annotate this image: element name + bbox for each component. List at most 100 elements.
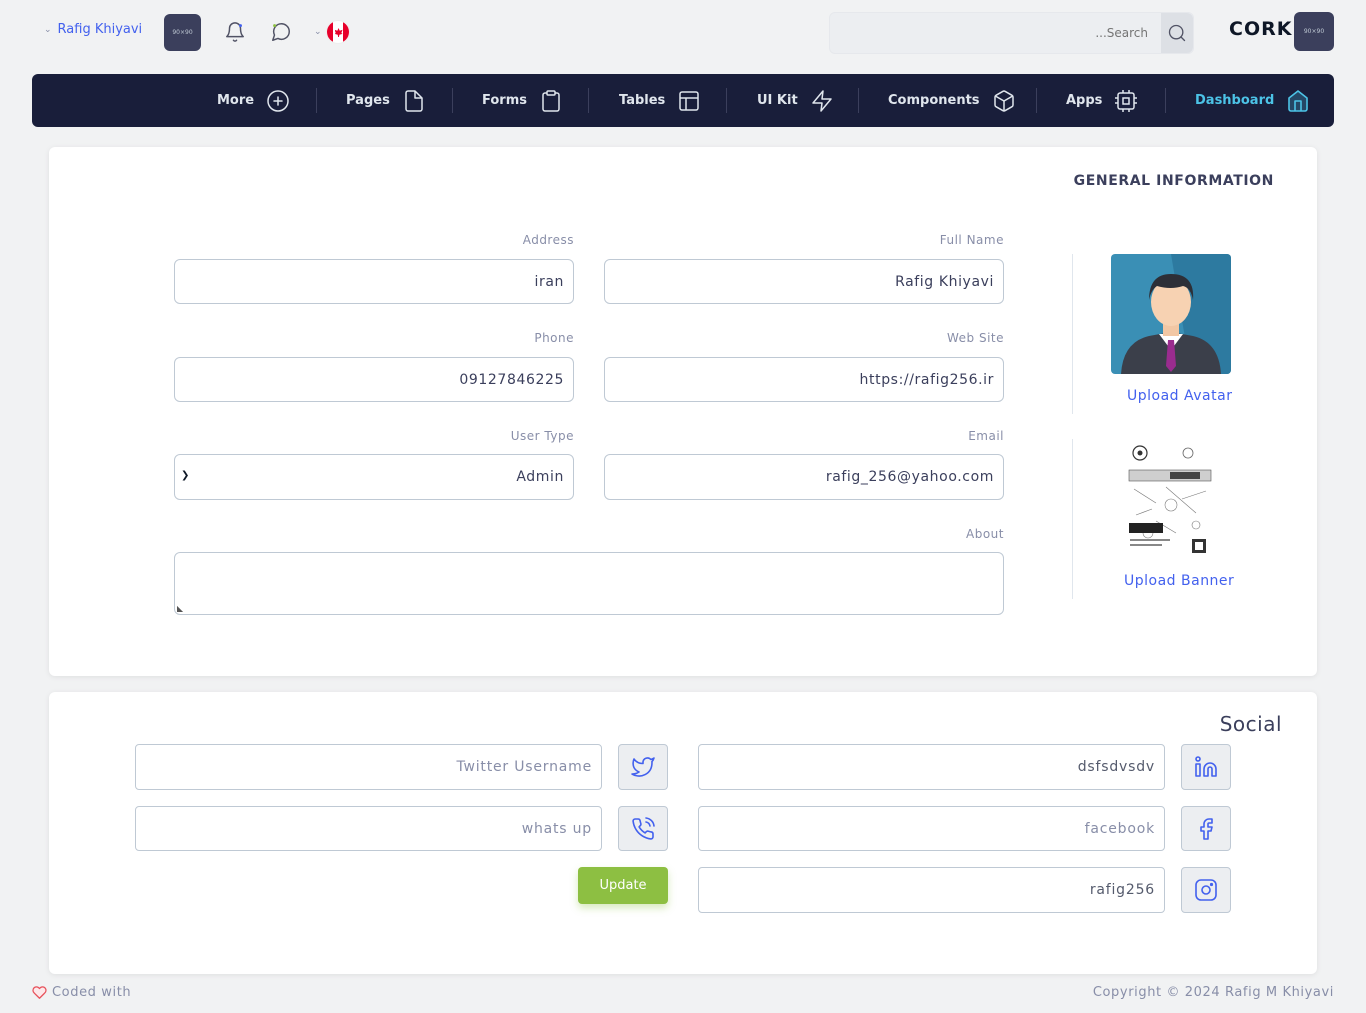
avatar[interactable]: 90×90 [164,14,201,51]
usertype-select[interactable]: ❯ Admin [174,454,574,500]
plus-circle-icon [267,89,289,112]
nav-item-label: Pages [346,93,390,108]
nav-item-components[interactable]: Components [888,74,1016,127]
email-input[interactable] [605,455,1003,499]
home-icon [1288,89,1309,112]
address-label: Address [522,233,574,247]
nav-divider [726,88,727,113]
facebook-button[interactable] [1181,806,1231,851]
nav-item-ui-kit[interactable]: UI Kit [757,74,834,127]
main-nav: More Pages Forms Tables UI Kit Component… [32,74,1334,127]
nav-item-label: Components [888,93,980,108]
search-bar [829,12,1194,54]
zap-icon [811,89,832,112]
email-label: Email [968,429,1004,443]
search-icon [1168,24,1186,42]
linkedin-field[interactable] [698,744,1165,790]
footer-coded-text: Coded with [52,985,132,1000]
chevron-down-icon: ❯ [181,470,190,481]
address-input[interactable] [175,260,573,303]
update-button[interactable]: Update [578,867,668,904]
instagram-input[interactable] [699,868,1164,912]
nav-divider [588,88,589,113]
upload-banner-link[interactable]: Upload Banner [1124,573,1234,589]
logo[interactable]: 90×90 [1294,12,1334,51]
nav-divider [452,88,453,113]
layout-icon [679,90,700,111]
nav-item-label: Apps [1066,93,1103,108]
nav-item-tables[interactable]: Tables [619,74,701,127]
address-field[interactable] [174,259,574,304]
upload-avatar-link[interactable]: Upload Avatar [1127,388,1232,404]
bell-icon[interactable] [223,20,247,44]
nav-item-label: Dashboard [1195,93,1275,108]
website-label: Web Site [946,331,1004,345]
facebook-field[interactable] [698,806,1165,851]
instagram-button[interactable] [1181,867,1231,913]
top-bar: ⌄ Rafig Khiyavi 90×90 ⌄ CORK 90×90 [0,0,1366,66]
about-label: About [966,527,1004,541]
user-dropdown[interactable]: ⌄ Rafig Khiyavi [44,22,142,37]
nav-item-apps[interactable]: Apps [1066,74,1138,127]
linkedin-input[interactable] [699,745,1164,789]
resize-handle-icon[interactable]: ◢ [177,604,183,613]
user-name: Rafig Khiyavi [57,22,143,37]
language-dropdown[interactable]: ⌄ [314,20,350,44]
fullname-label: Full Name [939,233,1004,247]
box-icon [993,89,1014,112]
nav-divider [316,88,317,113]
search-input[interactable] [830,13,1162,53]
nav-item-label: Tables [619,93,666,108]
whatsapp-button[interactable] [618,806,668,851]
instagram-field[interactable] [698,867,1165,913]
avatar-image [1111,254,1231,374]
nav-item-pages[interactable]: Pages [346,74,426,127]
brand-name[interactable]: CORK [1229,18,1292,40]
footer-left: Coded with [32,985,131,1000]
facebook-icon [1200,817,1213,840]
fullname-field[interactable] [604,259,1004,304]
about-textarea[interactable]: ◢ [174,552,1004,615]
instagram-icon [1195,879,1217,901]
message-circle-icon[interactable] [269,20,293,44]
clipboard-icon [542,89,560,112]
nav-item-label: Forms [482,93,527,108]
fullname-input[interactable] [605,260,1003,303]
facebook-input[interactable] [699,807,1164,850]
linkedin-icon [1195,756,1217,777]
twitter-field[interactable] [135,744,602,790]
chevron-down-icon: ⌄ [314,27,322,37]
phone-field[interactable] [174,357,574,402]
banner-image [1126,443,1214,557]
nav-item-more[interactable]: More [217,74,290,127]
file-icon [405,89,423,112]
canada-flag-icon [325,20,350,44]
nav-item-forms[interactable]: Forms [482,74,563,127]
email-field[interactable] [604,454,1004,500]
card-title: GENERAL INFORMATION [1073,173,1274,189]
nav-item-label: UI Kit [757,93,798,108]
whatsapp-input[interactable] [136,807,601,850]
heart-icon [32,986,47,999]
twitter-button[interactable] [618,744,668,790]
phone-call-icon [632,816,655,840]
whatsapp-field[interactable] [135,806,602,851]
footer-copyright: Copyright © 2024 Rafig M Khiyavi [1092,985,1334,1000]
nav-divider [1165,88,1166,113]
divider [1072,439,1073,599]
general-information-card: GENERAL INFORMATION Address Full Name Ph… [49,147,1317,676]
website-input[interactable] [605,358,1003,401]
twitter-input[interactable] [136,745,601,789]
chevron-down-icon: ⌄ [44,24,52,35]
usertype-value: Admin [516,469,564,485]
linkedin-button[interactable] [1181,744,1231,790]
usertype-label: User Type [510,429,574,443]
phone-input[interactable] [175,358,573,401]
phone-label: Phone [534,331,574,345]
nav-item-label: More [217,93,255,108]
search-button[interactable] [1161,13,1193,53]
nav-item-dashboard[interactable]: Dashboard [1195,74,1310,127]
divider [1072,254,1073,414]
cpu-icon [1115,89,1138,112]
website-field[interactable] [604,357,1004,402]
